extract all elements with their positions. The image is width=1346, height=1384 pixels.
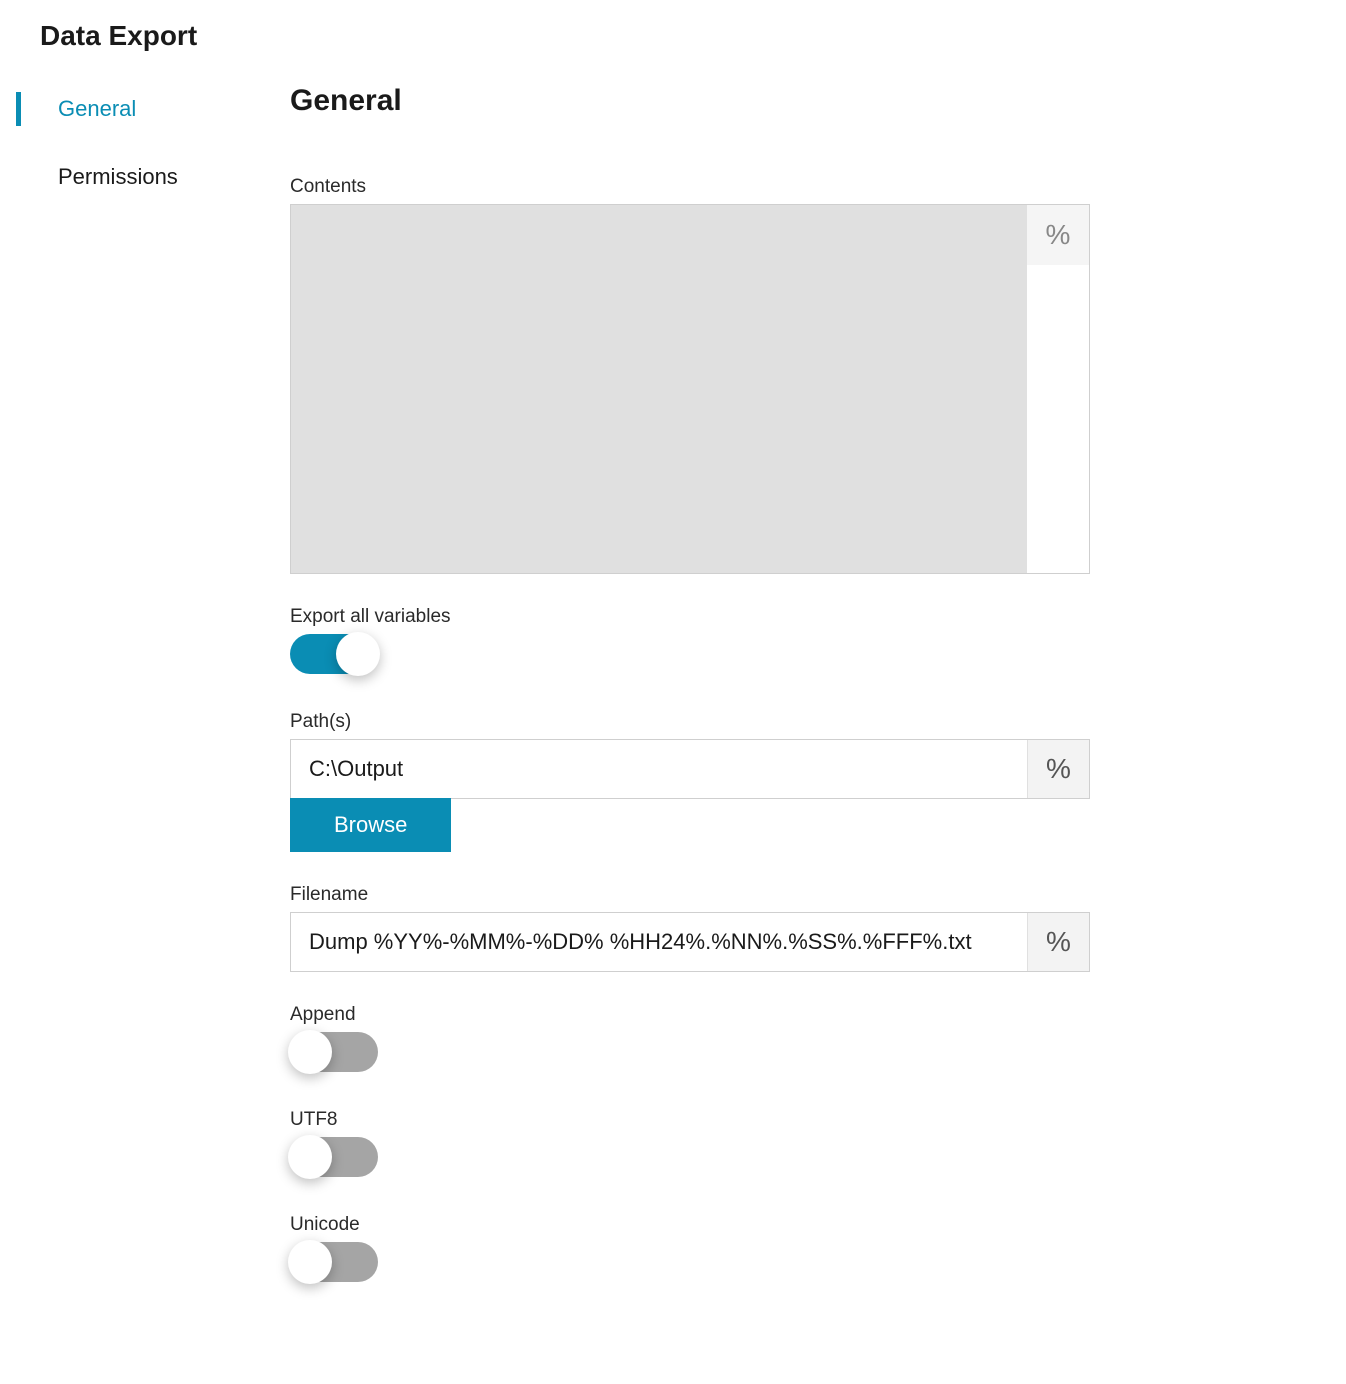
append-group: Append (290, 1004, 1010, 1077)
export-all-group: Export all variables (290, 606, 1010, 679)
sidebar-item-permissions[interactable]: Permissions (0, 152, 290, 202)
section-title: General (290, 84, 1010, 118)
contents-wrap: % (290, 204, 1090, 574)
export-all-label: Export all variables (290, 606, 1010, 628)
contents-token-sidebar: % (1027, 205, 1089, 573)
toggle-knob (288, 1135, 332, 1179)
sidebar-item-label: Permissions (58, 164, 178, 189)
filename-input-row: % (290, 912, 1090, 972)
contents-group: Contents % (290, 176, 1010, 574)
unicode-group: Unicode (290, 1214, 1010, 1287)
page-title: Data Export (0, 20, 1346, 62)
filename-label: Filename (290, 884, 1010, 906)
utf8-toggle[interactable] (290, 1137, 378, 1177)
paths-input[interactable] (291, 740, 1027, 798)
sidebar-item-general[interactable]: General (0, 84, 290, 134)
contents-label: Contents (290, 176, 1010, 198)
sidebar: General Permissions (0, 62, 290, 1319)
percent-icon[interactable]: % (1027, 913, 1089, 971)
append-toggle[interactable] (290, 1032, 378, 1072)
toggle-knob (288, 1240, 332, 1284)
utf8-group: UTF8 (290, 1109, 1010, 1182)
browse-button[interactable]: Browse (290, 798, 451, 852)
toggle-knob (288, 1030, 332, 1074)
filename-group: Filename % (290, 884, 1010, 972)
percent-icon[interactable]: % (1027, 205, 1089, 265)
sidebar-item-label: General (58, 96, 136, 121)
contents-input[interactable] (291, 205, 1027, 573)
unicode-label: Unicode (290, 1214, 1010, 1236)
paths-group: Path(s) % Browse (290, 711, 1010, 852)
unicode-toggle[interactable] (290, 1242, 378, 1282)
export-all-toggle[interactable] (290, 634, 378, 674)
toggle-knob (336, 632, 380, 676)
paths-input-row: % (290, 739, 1090, 799)
percent-icon[interactable]: % (1027, 740, 1089, 798)
main-panel: General Contents % Export all variables … (290, 62, 1010, 1319)
filename-input[interactable] (291, 913, 1027, 971)
paths-label: Path(s) (290, 711, 1010, 733)
utf8-label: UTF8 (290, 1109, 1010, 1131)
append-label: Append (290, 1004, 1010, 1026)
